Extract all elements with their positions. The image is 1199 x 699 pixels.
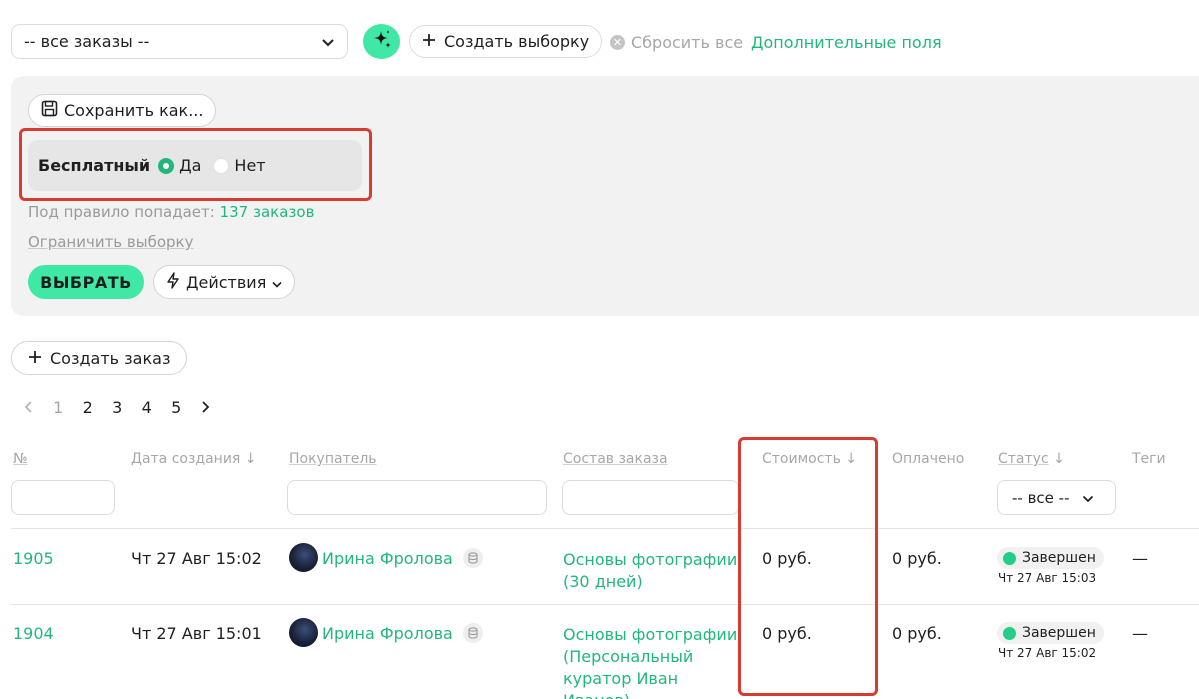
- chevron-down-icon: [1082, 489, 1094, 507]
- table-divider: [11, 604, 1199, 605]
- page-link-4[interactable]: 4: [132, 398, 162, 417]
- plus-icon: [422, 32, 436, 51]
- order-contents-line: (Персональный: [563, 647, 694, 666]
- status-badge: Завершен: [997, 547, 1104, 569]
- rule-match-count-link[interactable]: 137 заказов: [220, 203, 315, 221]
- reset-all-button[interactable]: ✕ Сбросить все: [610, 33, 743, 52]
- status-badge: Завершен: [997, 622, 1104, 644]
- status-filter-value: -- все --: [1012, 488, 1070, 507]
- page-link-1[interactable]: 1: [44, 398, 74, 417]
- floppy-disk-icon: [41, 100, 58, 121]
- order-created-date: Чт 27 Авг 15:01: [131, 624, 262, 643]
- contents-filter-input[interactable]: [562, 480, 739, 515]
- order-tags: —: [1132, 549, 1148, 568]
- database-icon[interactable]: [463, 548, 483, 568]
- status-dot-icon: [1003, 626, 1016, 640]
- buyer-filter-input[interactable]: [287, 480, 547, 515]
- highlight-frame-cost-column: [738, 437, 878, 696]
- order-contents-link[interactable]: Основы фотографии (Персональный куратор …: [563, 624, 737, 699]
- next-page-icon[interactable]: [191, 398, 221, 417]
- column-header-status-label: Статус: [998, 451, 1049, 467]
- create-order-button[interactable]: Создать заказ: [11, 341, 188, 375]
- order-contents-line: Основы фотографии: [563, 550, 738, 569]
- close-circle-icon: ✕: [610, 35, 625, 50]
- number-filter-input[interactable]: [11, 480, 115, 515]
- order-contents-line: Основы фотографии: [563, 625, 738, 644]
- actions-button[interactable]: Действия: [153, 265, 296, 299]
- order-contents-link[interactable]: Основы фотографии (30 дней): [563, 549, 737, 593]
- limit-selection-link[interactable]: Ограничить выборку: [28, 233, 193, 251]
- column-header-contents[interactable]: Состав заказа: [563, 451, 668, 467]
- buyer-name-link[interactable]: Ирина Фролова: [322, 624, 453, 643]
- order-created-date: Чт 27 Авг 15:02: [131, 549, 262, 568]
- prev-page-icon[interactable]: [14, 398, 44, 417]
- column-header-created-label: Дата создания: [131, 451, 241, 467]
- buyer-name-link[interactable]: Ирина Фролова: [322, 549, 453, 568]
- database-icon[interactable]: [463, 623, 483, 643]
- status-dot-icon: [1003, 551, 1016, 565]
- page-link-2[interactable]: 2: [73, 398, 103, 417]
- lightning-icon: [166, 271, 180, 293]
- rule-match-prefix: Под правило попадает:: [28, 203, 215, 221]
- save-as-button[interactable]: Сохранить как...: [28, 94, 217, 127]
- rule-match-text: Под правило попадает: 137 заказов: [28, 203, 314, 221]
- avatar: [289, 543, 318, 572]
- page-link-3[interactable]: 3: [103, 398, 133, 417]
- status-timestamp: Чт 27 Авг 15:03: [998, 571, 1097, 585]
- order-paid: 0 руб.: [892, 624, 942, 643]
- chevron-down-icon: [272, 273, 282, 292]
- table-divider: [11, 528, 1199, 529]
- pagination: 1 2 3 4 5: [14, 398, 221, 417]
- create-selection-button[interactable]: Создать выборку: [409, 25, 603, 58]
- save-as-label: Сохранить как...: [64, 101, 204, 120]
- avatar: [289, 618, 318, 647]
- choose-button[interactable]: ВЫБРАТЬ: [28, 265, 144, 299]
- order-contents-line: (30 дней): [563, 572, 643, 591]
- sort-arrow-down-icon: ↓: [1053, 451, 1065, 467]
- orders-select[interactable]: -- все заказы --: [11, 24, 348, 59]
- chevron-down-icon: [321, 32, 335, 51]
- order-contents-line: Иванов): [563, 690, 737, 699]
- order-contents-line: куратор Иван: [563, 669, 679, 688]
- extra-fields-link[interactable]: Дополнительные поля: [751, 33, 942, 52]
- reset-all-label: Сбросить все: [631, 33, 744, 52]
- column-header-created[interactable]: Дата создания ↓: [131, 451, 257, 467]
- column-header-buyer[interactable]: Покупатель: [289, 451, 377, 467]
- status-label: Завершен: [1022, 550, 1096, 566]
- orders-select-value: -- все заказы --: [24, 32, 150, 51]
- highlight-frame-free-filter: [19, 128, 372, 201]
- plus-icon: [28, 349, 42, 368]
- status-filter-select[interactable]: -- все --: [997, 480, 1116, 515]
- status-timestamp: Чт 27 Авг 15:02: [998, 646, 1097, 660]
- order-number-link[interactable]: 1904: [13, 624, 54, 643]
- actions-label: Действия: [186, 272, 267, 292]
- sort-arrow-down-icon: ↓: [244, 451, 257, 467]
- sparkle-icon: [370, 28, 394, 56]
- page-link-5[interactable]: 5: [162, 398, 192, 417]
- create-order-label: Создать заказ: [50, 348, 171, 368]
- create-selection-label: Создать выборку: [444, 32, 590, 51]
- column-header-number[interactable]: №: [13, 451, 28, 467]
- status-label: Завершен: [1022, 625, 1096, 641]
- order-tags: —: [1132, 624, 1148, 643]
- order-paid: 0 руб.: [892, 549, 942, 568]
- order-number-link[interactable]: 1905: [13, 549, 54, 568]
- column-header-paid: Оплачено: [892, 451, 965, 467]
- ai-sparkle-button[interactable]: [363, 24, 400, 59]
- column-header-tags: Теги: [1132, 451, 1166, 467]
- column-header-status[interactable]: Статус ↓: [998, 451, 1065, 467]
